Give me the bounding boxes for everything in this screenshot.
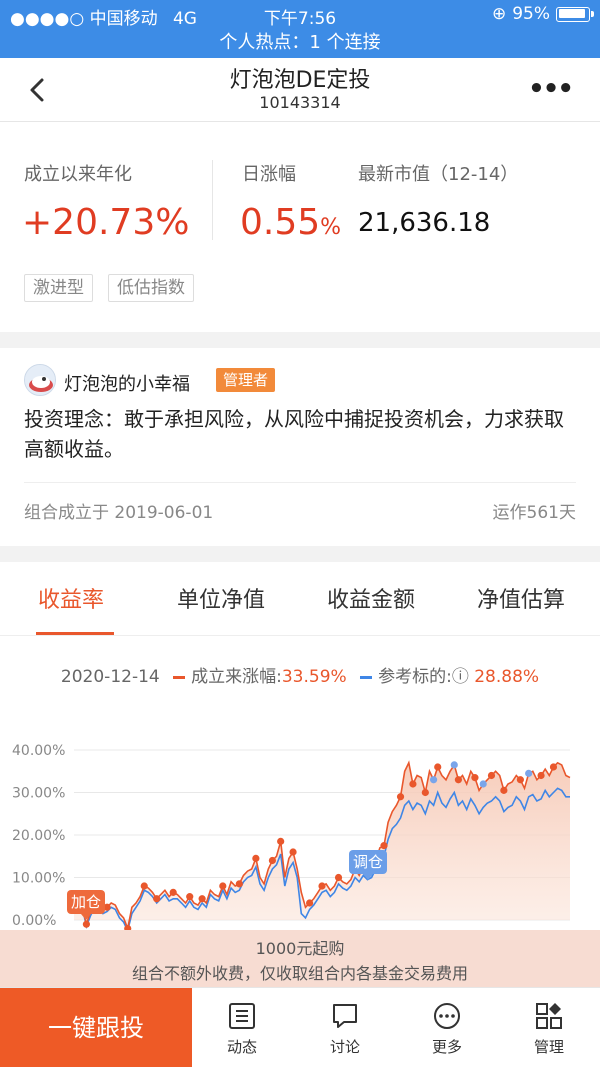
trade-point: [140, 882, 148, 890]
tab-nav-estimate[interactable]: 净值估算: [477, 582, 565, 614]
trade-point: [516, 776, 525, 784]
founded-date: 组合成立于 2019-06-01: [24, 503, 214, 523]
trade-point: [153, 895, 161, 903]
trade-point: [471, 774, 479, 782]
trade-point: [537, 771, 545, 780]
active-tab-indicator: [36, 632, 114, 635]
annualized-label: 成立以来年化: [24, 164, 132, 185]
y-tick-label: 10.00%: [12, 871, 65, 887]
nav-activity-label: 动态: [226, 1038, 257, 1056]
daily-change-unit: %: [320, 215, 342, 240]
more-circle-icon: [434, 1003, 460, 1029]
nav-more-label: 更多: [431, 1038, 462, 1056]
more-icon[interactable]: •••: [528, 74, 574, 104]
trade-point: [289, 848, 297, 856]
rebalance-point: [450, 761, 458, 769]
portfolio-area: [74, 762, 570, 929]
hotspot-banner[interactable]: 个人热点：1 个连接: [0, 30, 600, 58]
manager-card: 灯泡泡的小幸福 管理者 投资理念：敢于承担风险，从风险中捕捉投资机会，力求获取高…: [0, 348, 600, 546]
rebalance-label: 调仓: [353, 853, 383, 871]
nav-discussion[interactable]: 讨论: [295, 988, 395, 1067]
trade-point: [169, 888, 177, 896]
rebalance-point: [479, 780, 487, 788]
trade-point: [487, 771, 496, 780]
manager-name[interactable]: 灯泡泡的小幸福: [64, 370, 190, 396]
tag-undervalued-index: 低估指数: [108, 274, 194, 302]
fee-note: 组合不额外收费，仅收取组合内各基金交易费用: [131, 964, 468, 983]
market-value: 21,636.18: [358, 208, 491, 238]
tab-return-rate[interactable]: 收益率: [38, 582, 104, 614]
market-value-label: 最新市值（12-14）: [358, 164, 519, 185]
tab-profit-amount[interactable]: 收益金额: [327, 582, 415, 614]
y-tick-label: 20.00%: [12, 828, 65, 844]
stats-panel: 成立以来年化 +20.73% 日涨幅 0.55% 最新市值（12-14） 21,…: [0, 122, 600, 332]
trade-point: [82, 920, 90, 928]
trade-point: [219, 882, 227, 890]
trade-point: [454, 776, 462, 784]
avatar[interactable]: [24, 364, 56, 396]
nav-activity[interactable]: 动态: [192, 988, 292, 1067]
rotation-lock-icon: ⊕: [491, 4, 507, 24]
nav-manage[interactable]: 管理: [499, 988, 599, 1067]
trade-point: [186, 893, 194, 901]
divider: [24, 482, 576, 483]
trade-point: [380, 842, 388, 850]
min-purchase: 1000元起购: [255, 939, 345, 958]
trade-point: [318, 882, 326, 890]
line-chart[interactable]: 40.00% 30.00% 20.00% 10.00% 0.00% 加仓 调仓: [0, 636, 600, 932]
battery-percent: 95%: [512, 4, 550, 24]
trade-point: [235, 880, 243, 888]
nav-manage-label: 管理: [533, 1038, 564, 1056]
y-tick-label: 0.00%: [12, 913, 56, 929]
chart-tabs: 收益率 单位净值 收益金额 净值估算: [0, 562, 600, 636]
activity-icon: [229, 1003, 255, 1029]
avatar-image: [25, 365, 55, 395]
nav-discussion-label: 讨论: [329, 1038, 360, 1056]
trade-point: [268, 856, 276, 865]
trade-point: [396, 793, 405, 801]
nav-more[interactable]: 更多: [397, 988, 497, 1067]
nav-bar: 灯泡泡DE定投 10143314 •••: [0, 58, 600, 122]
rebalance-point: [430, 776, 438, 784]
running-days: 运作561天: [492, 503, 576, 523]
trade-point: [277, 837, 285, 845]
annualized-value: +20.73%: [22, 202, 190, 243]
rebalance-point: [525, 769, 533, 777]
daily-change-number: 0.55: [240, 202, 321, 243]
trade-point: [421, 788, 429, 797]
trade-point: [252, 854, 260, 862]
y-tick-label: 30.00%: [12, 786, 65, 802]
chat-icon: [333, 1004, 357, 1028]
battery-icon: [556, 6, 594, 22]
divider: [212, 160, 213, 240]
trade-point: [500, 786, 508, 794]
trade-point: [334, 873, 343, 882]
status-bar: ●●●●○ 中国移动 4G 下午7:56 ⊕ 95%: [0, 0, 600, 30]
daily-change-label: 日涨幅: [242, 164, 296, 185]
daily-change-value: 0.55%: [240, 202, 341, 243]
tab-unit-nav[interactable]: 单位净值: [177, 582, 265, 614]
trade-point: [434, 763, 442, 771]
page-title: 灯泡泡DE定投: [229, 68, 371, 93]
manager-badge: 管理者: [216, 368, 276, 392]
y-tick-label: 40.00%: [12, 743, 65, 759]
purchase-banner: 1000元起购 组合不额外收费，仅收取组合内各基金交易费用: [0, 930, 600, 987]
bottom-bar: 一键跟投 动态 讨论 更多 管理: [0, 987, 600, 1067]
grid-icon: [536, 1003, 562, 1029]
portfolio-code: 10143314: [259, 93, 341, 112]
tag-aggressive: 激进型: [24, 274, 93, 302]
follow-invest-button[interactable]: 一键跟投: [0, 988, 192, 1067]
trade-point: [409, 780, 417, 788]
investment-philosophy: 投资理念：敢于承担风险，从风险中捕捉投资机会，力求获取高额收益。: [24, 407, 564, 461]
add-position-label: 加仓: [71, 893, 101, 911]
return-chart[interactable]: 2020-12-14 成立来涨幅:33.59% 参考标的:ⓘ 28.88% 40…: [0, 636, 600, 932]
trade-point: [549, 763, 558, 771]
trade-point: [198, 895, 206, 903]
trade-point: [306, 899, 314, 907]
